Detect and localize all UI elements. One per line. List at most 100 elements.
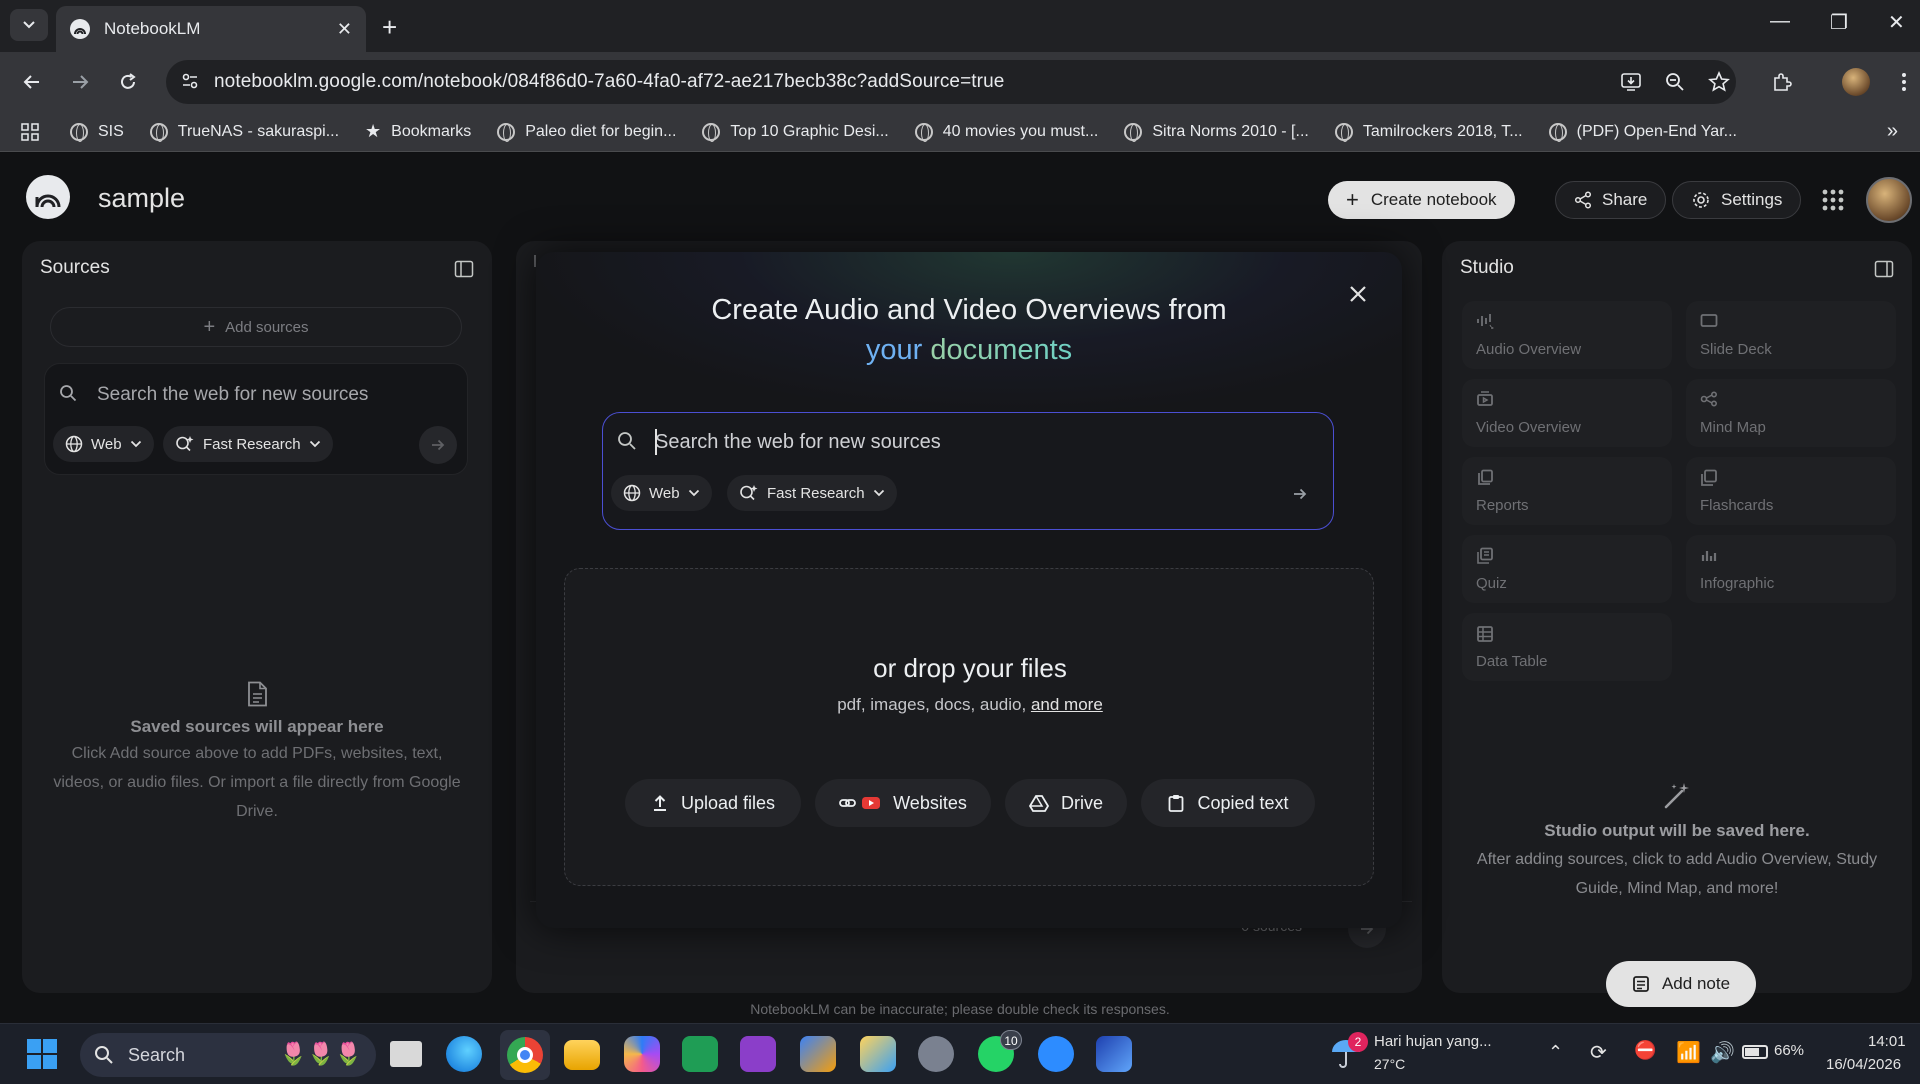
studio-tile-flashcards[interactable]: Flashcards [1686, 457, 1896, 525]
studio-panel: Studio Audio Overview Slide Deck Video O… [1442, 241, 1912, 1007]
virtual-box-icon[interactable] [1096, 1036, 1132, 1072]
studio-tile-mind-map[interactable]: Mind Map [1686, 379, 1896, 447]
restore-window-button[interactable]: ❐ [1830, 10, 1848, 35]
studio-tile-audio-overview[interactable]: Audio Overview [1462, 301, 1672, 369]
install-app-icon[interactable] [1620, 71, 1642, 93]
quiz-icon [1476, 547, 1494, 565]
dialog-web-dropdown[interactable]: Web [611, 475, 712, 511]
bookmark-item[interactable]: Sitra Norms 2010 - [... [1124, 122, 1309, 142]
bookmark-item[interactable]: (PDF) Open-End Yar... [1548, 122, 1737, 142]
disclaimer-text: NotebookLM can be inaccurate; please dou… [750, 1001, 1170, 1017]
site-settings-icon[interactable] [180, 71, 200, 91]
weather-widget[interactable]: 2 [1330, 1032, 1368, 1068]
zoom-icon[interactable] [1664, 71, 1686, 93]
edge-browser-icon[interactable] [446, 1036, 482, 1072]
task-view-icon[interactable] [390, 1041, 422, 1067]
chrome-taskbar-button[interactable] [500, 1030, 550, 1080]
bookmark-item[interactable]: Top 10 Graphic Desi... [702, 122, 889, 142]
battery-icon[interactable] [1742, 1045, 1768, 1059]
submit-search-button[interactable] [419, 426, 457, 464]
extensions-button[interactable] [1766, 66, 1798, 98]
settings-button[interactable]: Settings [1672, 181, 1802, 219]
new-tab-button[interactable]: + [382, 12, 397, 43]
notebooklm-logo-icon[interactable] [26, 175, 70, 219]
web-source-dropdown[interactable]: Web [53, 426, 154, 462]
collapse-panel-icon[interactable] [1874, 259, 1894, 279]
plus-icon: + [203, 315, 216, 338]
close-window-button[interactable]: ✕ [1888, 10, 1905, 35]
tab-title: NotebookLM [104, 19, 201, 38]
studio-tile-reports[interactable]: Reports [1462, 457, 1672, 525]
bookmark-item[interactable]: TrueNAS - sakuraspi... [149, 122, 339, 142]
mindmap-icon [1700, 391, 1718, 407]
bookmark-star-icon[interactable] [1708, 71, 1730, 93]
windows-start-icon[interactable] [26, 1038, 58, 1070]
wifi-icon[interactable]: 📶 [1676, 1040, 1701, 1065]
tab-search-button[interactable] [10, 9, 48, 41]
browser-menu-button[interactable] [1888, 66, 1920, 98]
bookmark-folder[interactable]: ★ Bookmarks [365, 121, 471, 142]
bookmark-item[interactable]: 40 movies you must... [914, 122, 1098, 142]
account-avatar[interactable] [1866, 177, 1912, 223]
search-input[interactable]: Search the web for new sources [97, 384, 368, 406]
microsoft-365-icon[interactable] [800, 1036, 836, 1072]
share-button[interactable]: Share [1555, 181, 1667, 219]
flashcards-icon [1700, 469, 1718, 487]
studio-tile-data-table[interactable]: Data Table [1462, 613, 1672, 681]
studio-tile-infographic[interactable]: Infographic [1686, 535, 1896, 603]
taskbar-search[interactable]: Search 🌷🌷🌷 [80, 1033, 376, 1077]
security-alert-icon[interactable]: ⛔ [1634, 1040, 1656, 1061]
dialog-fast-research-dropdown[interactable]: Fast Research [727, 475, 897, 511]
drop-zone-subtitle: pdf, images, docs, audio, and more [837, 695, 1103, 714]
bookmark-item[interactable]: Paleo diet for begin... [497, 122, 676, 142]
reload-button[interactable] [112, 66, 144, 98]
add-sources-button[interactable]: + Add sources [50, 307, 462, 347]
dialog-search-input[interactable]: Search the web for new sources [655, 431, 941, 454]
fast-research-dropdown[interactable]: Fast Research [163, 426, 333, 462]
minimize-window-button[interactable]: — [1770, 10, 1790, 33]
zoom-app-icon[interactable] [1038, 1036, 1074, 1072]
clock-date[interactable]: 16/04/2026 [1826, 1056, 1901, 1073]
copilot-icon[interactable] [624, 1036, 660, 1072]
copied-text-button[interactable]: Copied text [1141, 779, 1315, 827]
collapse-panel-icon[interactable] [454, 259, 474, 279]
websites-button[interactable]: Websites [815, 779, 991, 827]
studio-tile-slide-deck[interactable]: Slide Deck [1686, 301, 1896, 369]
back-button[interactable] [16, 66, 48, 98]
bookmark-item[interactable]: Tamilrockers 2018, T... [1334, 122, 1523, 142]
files-app-icon[interactable] [860, 1036, 896, 1072]
excel-icon[interactable] [682, 1036, 718, 1072]
clock-time[interactable]: 14:01 [1868, 1033, 1906, 1050]
document-icon [22, 681, 492, 707]
notebook-title[interactable]: sample [98, 183, 185, 214]
studio-tile-video-overview[interactable]: Video Overview [1462, 379, 1672, 447]
google-apps-icon[interactable] [1822, 189, 1844, 211]
notebooklm-favicon-icon [70, 19, 90, 39]
apps-shortcut-icon[interactable] [20, 122, 40, 142]
windows-taskbar: Search 🌷🌷🌷 10 2 Hari hujan yang... 27°C … [0, 1023, 1920, 1084]
address-bar[interactable]: notebooklm.google.com/notebook/084f86d0-… [166, 60, 1736, 104]
bookmark-item[interactable]: SIS [70, 122, 124, 142]
show-hidden-icons-icon[interactable]: ⌃ [1548, 1042, 1563, 1063]
more-bookmarks-icon[interactable]: » [1887, 120, 1898, 143]
create-notebook-button[interactable]: + Create notebook [1328, 181, 1515, 219]
profile-avatar-button[interactable] [1840, 66, 1872, 98]
onenote-icon[interactable] [740, 1036, 776, 1072]
close-tab-icon[interactable]: ✕ [337, 19, 352, 40]
upload-files-button[interactable]: Upload files [625, 779, 801, 827]
url-text: notebooklm.google.com/notebook/084f86d0-… [214, 71, 1005, 92]
forward-button[interactable] [64, 66, 96, 98]
settings-app-icon[interactable] [918, 1036, 954, 1072]
and-more-link[interactable]: and more [1031, 695, 1103, 714]
volume-icon[interactable]: 🔊 [1710, 1040, 1735, 1065]
drive-button[interactable]: Drive [1005, 779, 1127, 827]
dialog-submit-search-button[interactable] [1281, 475, 1319, 513]
sync-icon[interactable]: ⟳ [1590, 1040, 1607, 1065]
file-explorer-icon[interactable] [564, 1040, 600, 1070]
dialog-title-highlight: your documents [865, 334, 1073, 366]
browser-tab[interactable]: NotebookLM ✕ [56, 6, 366, 52]
search-icon [59, 384, 77, 402]
whatsapp-icon[interactable]: 10 [978, 1030, 1022, 1072]
file-drop-zone[interactable]: or drop your files pdf, images, docs, au… [564, 568, 1374, 886]
studio-tile-quiz[interactable]: Quiz [1462, 535, 1672, 603]
